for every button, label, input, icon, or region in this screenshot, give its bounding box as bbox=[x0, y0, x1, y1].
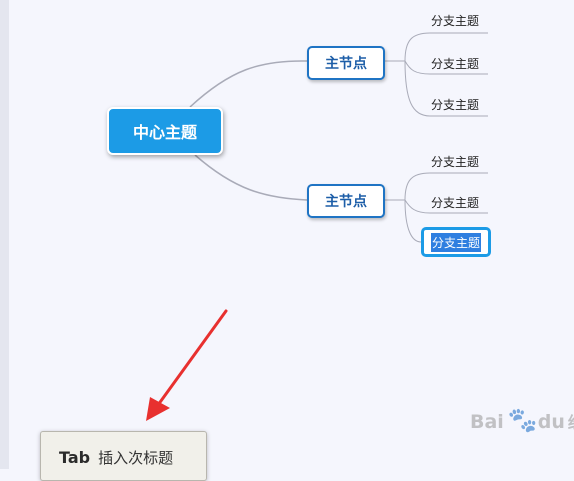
branch-topic-selected[interactable]: 分支主题 bbox=[421, 227, 491, 257]
connector-center-to-top bbox=[189, 60, 308, 108]
selected-topic-text[interactable]: 分支主题 bbox=[430, 232, 481, 252]
paw-icon: 🐾 bbox=[507, 406, 538, 434]
branch-topic-bottom-2[interactable]: 分支主题 bbox=[420, 194, 490, 211]
connector-center-to-bottom bbox=[194, 154, 308, 201]
shortcut-description: 插入次标题 bbox=[98, 449, 174, 467]
branch-topic-bottom-1[interactable]: 分支主题 bbox=[420, 153, 490, 170]
watermark-cn: 经验 bbox=[568, 413, 574, 432]
shortcut-key: Tab bbox=[59, 448, 91, 467]
watermark-brand: Bai bbox=[470, 411, 504, 433]
branch-topic-top-1[interactable]: 分支主题 bbox=[420, 12, 490, 29]
branch-topic-top-2[interactable]: 分支主题 bbox=[420, 55, 490, 72]
branch-topic-top-3[interactable]: 分支主题 bbox=[420, 96, 490, 113]
main-node-bottom[interactable]: 主节点 bbox=[307, 184, 385, 218]
main-node-top[interactable]: 主节点 bbox=[307, 46, 385, 80]
baidu-watermark: Bai🐾du经验 bbox=[470, 406, 574, 446]
central-topic-node[interactable]: 中心主题 bbox=[107, 107, 223, 155]
shortcut-tooltip: Tab 插入次标题 bbox=[40, 431, 207, 481]
red-arrow-indicator bbox=[146, 309, 228, 421]
connector-bottom-leaf-3 bbox=[404, 199, 422, 243]
watermark-brand-tail: du bbox=[537, 411, 565, 433]
